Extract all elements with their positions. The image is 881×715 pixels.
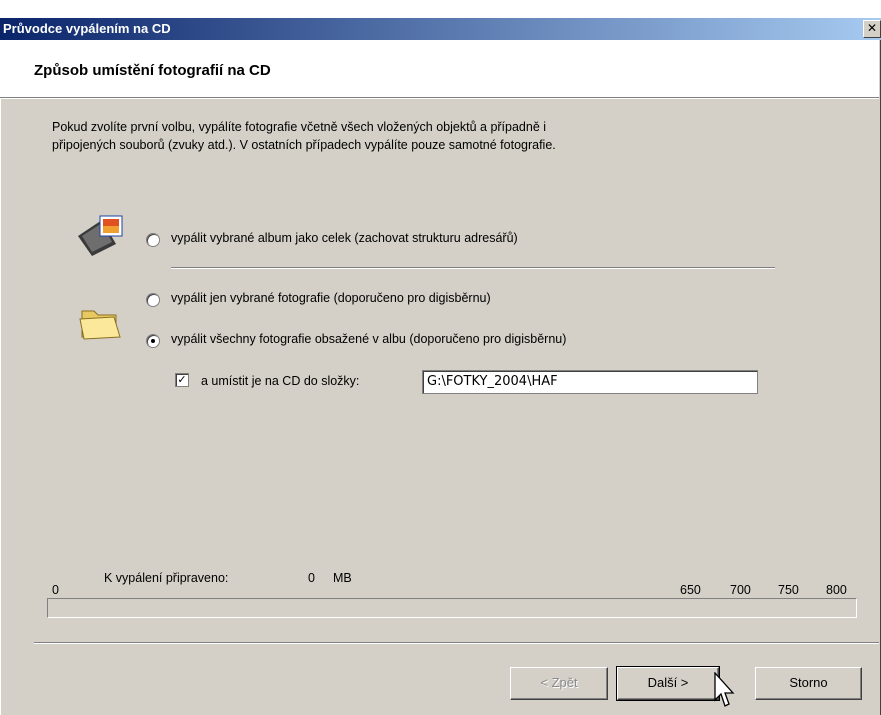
- folder-icon: [79, 310, 121, 340]
- page-title: Způsob umístění fotografií na CD: [34, 62, 271, 79]
- mark-650: 650: [680, 583, 701, 597]
- mark-750: 750: [778, 583, 799, 597]
- next-button[interactable]: Další >: [616, 666, 720, 701]
- description-line-1: Pokud zvolíte první volbu, vypálíte foto…: [52, 120, 547, 134]
- mouse-cursor-icon: [714, 672, 735, 707]
- window-title: Průvodce vypálením na CD: [3, 21, 171, 36]
- option-burn-album-radio[interactable]: [146, 233, 160, 247]
- cancel-button[interactable]: Storno: [755, 667, 862, 700]
- close-button[interactable]: ✕: [863, 20, 881, 38]
- capacity-progress-bar: [47, 598, 857, 618]
- header-divider: [0, 97, 879, 99]
- ready-value: 0: [308, 571, 315, 585]
- progress-min-label: 0: [52, 583, 59, 597]
- mark-800: 800: [826, 583, 847, 597]
- folder-path-input[interactable]: G:\FOTKY_2004\HAF: [422, 370, 758, 394]
- option-all-photos-radio[interactable]: [146, 334, 160, 348]
- ready-label: K vypálení připraveno:: [104, 571, 229, 585]
- option-selected-photos-radio[interactable]: [146, 293, 160, 307]
- back-button[interactable]: < Zpět: [510, 667, 608, 700]
- option-burn-album-label[interactable]: vypálit vybrané album jako celek (zachov…: [171, 231, 518, 245]
- wizard-header: Způsob umístění fotografií na CD: [0, 40, 879, 97]
- mark-700: 700: [730, 583, 751, 597]
- album-icon: [78, 215, 123, 256]
- place-in-folder-checkbox[interactable]: ✓: [175, 373, 189, 387]
- option-all-photos-label[interactable]: vypálit všechny fotografie obsažené v al…: [171, 332, 566, 346]
- option-selected-photos-label[interactable]: vypálit jen vybrané fotografie (doporuče…: [171, 291, 491, 305]
- description-line-2: připojených souborů (zvuky atd.). V osta…: [52, 138, 556, 152]
- place-in-folder-label[interactable]: a umístit je na CD do složky:: [201, 374, 359, 388]
- ready-unit: MB: [333, 571, 352, 585]
- footer-divider: [34, 642, 879, 644]
- options-divider: [171, 267, 775, 269]
- title-bar[interactable]: Průvodce vypálením na CD ✕: [0, 18, 881, 40]
- description: Pokud zvolíte první volbu, vypálíte foto…: [52, 118, 832, 154]
